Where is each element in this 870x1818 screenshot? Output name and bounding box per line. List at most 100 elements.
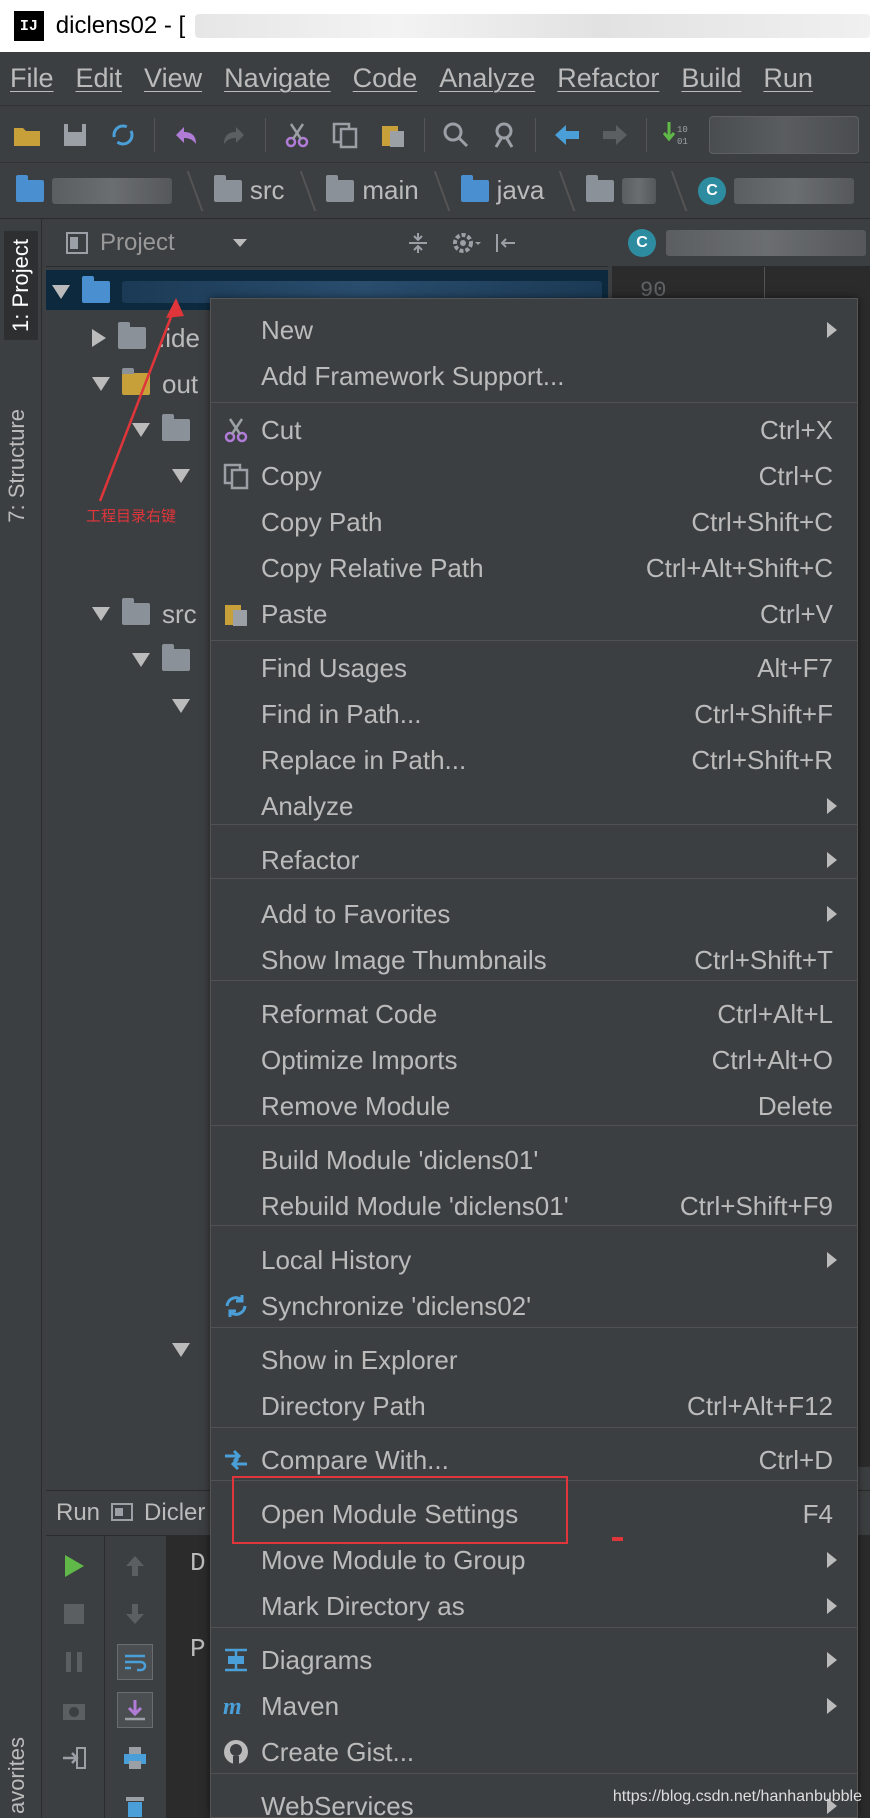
back-arrow-icon[interactable]	[550, 118, 584, 152]
package-folder-icon	[586, 174, 615, 202]
menu-item-directory-path[interactable]: Directory Path Ctrl+Alt+F12	[211, 1383, 857, 1429]
tree-row-child[interactable]	[132, 638, 190, 682]
menu-item-paste[interactable]: Paste Ctrl+V	[211, 591, 857, 637]
build-binary-icon[interactable]: 10 01	[661, 118, 695, 152]
menu-item-copy[interactable]: Copy Ctrl+C	[211, 453, 857, 499]
class-icon: C	[698, 176, 727, 205]
menu-item-local-history[interactable]: Local History	[211, 1237, 857, 1283]
menu-refactor[interactable]: Refactor	[557, 63, 659, 94]
collapse-all-icon[interactable]	[405, 230, 431, 256]
sync-icon[interactable]	[106, 118, 140, 152]
menu-code[interactable]: Code	[353, 63, 418, 94]
expand-arrow-icon[interactable]	[172, 699, 190, 713]
breadcrumb-java[interactable]: java	[460, 174, 561, 206]
favorites-tool-tab[interactable]: avorites	[4, 1737, 30, 1814]
run-panel-title[interactable]: Run	[56, 1499, 100, 1527]
menu-run[interactable]: Run	[763, 63, 813, 94]
menu-item-copy-path[interactable]: Copy Path Ctrl+Shift+C	[211, 499, 857, 545]
folder-icon	[213, 174, 242, 202]
menu-item-copy-relative-path[interactable]: Copy Relative Path Ctrl+Alt+Shift+C	[211, 545, 857, 591]
menu-item-find-usages[interactable]: Find Usages Alt+F7	[211, 645, 857, 691]
menu-item-remove-module[interactable]: Remove Module Delete	[211, 1083, 857, 1129]
paste-icon[interactable]	[376, 118, 410, 152]
chevron-down-icon[interactable]	[231, 237, 249, 249]
scroll-to-end-icon[interactable]	[117, 1692, 153, 1728]
structure-tool-tab[interactable]: 7: Structure	[4, 409, 30, 523]
menu-item-add-framework-support[interactable]: Add Framework Support...	[211, 353, 857, 399]
hide-panel-icon[interactable]	[493, 230, 519, 256]
rerun-icon[interactable]	[56, 1548, 92, 1584]
expand-arrow-icon[interactable]	[52, 285, 70, 299]
menu-item-optimize-imports[interactable]: Optimize Imports Ctrl+Alt+O	[211, 1037, 857, 1083]
down-arrow-icon[interactable]	[117, 1596, 153, 1632]
menu-item-replace-in-path[interactable]: Replace in Path... Ctrl+Shift+R	[211, 737, 857, 783]
tree-row-src[interactable]: src	[92, 592, 197, 636]
menu-item-cut[interactable]: Cut Ctrl+X	[211, 407, 857, 453]
menu-item-maven[interactable]: m Maven	[211, 1683, 857, 1729]
expand-arrow-icon[interactable]	[132, 653, 150, 667]
menu-item-mark-directory-as[interactable]: Mark Directory as	[211, 1583, 857, 1629]
soft-wrap-icon[interactable]	[117, 1644, 153, 1680]
breadcrumb-class[interactable]: C	[698, 176, 870, 205]
project-tool-tab[interactable]: 1: Project	[4, 231, 38, 340]
menu-item-show-image-thumbnails[interactable]: Show Image Thumbnails Ctrl+Shift+T	[211, 937, 857, 983]
project-panel-title[interactable]: Project	[100, 229, 175, 257]
submenu-arrow-icon	[827, 1652, 837, 1668]
open-folder-icon[interactable]	[10, 118, 44, 152]
camera-icon[interactable]	[56, 1692, 92, 1728]
intellij-logo-icon: IJ	[14, 11, 44, 41]
redo-icon[interactable]	[217, 118, 251, 152]
menu-item-find-in-path[interactable]: Find in Path... Ctrl+Shift+F	[211, 691, 857, 737]
menu-view[interactable]: View	[144, 63, 202, 94]
menu-item-refactor[interactable]: Refactor	[211, 837, 857, 883]
gear-icon[interactable]	[451, 230, 481, 256]
print-icon[interactable]	[117, 1740, 153, 1776]
svg-text:m: m	[223, 1694, 242, 1720]
copy-icon	[221, 461, 251, 491]
stop-icon[interactable]	[56, 1596, 92, 1632]
folder-icon	[122, 598, 150, 625]
copy-icon[interactable]	[328, 118, 362, 152]
menu-build[interactable]: Build	[681, 63, 741, 94]
undo-icon[interactable]	[169, 118, 203, 152]
menu-item-rebuild-module[interactable]: Rebuild Module 'diclens01' Ctrl+Shift+F9	[211, 1183, 857, 1229]
cut-icon[interactable]	[280, 118, 314, 152]
run-toolbar-right	[104, 1536, 164, 1818]
menu-item-create-gist[interactable]: Create Gist...	[211, 1729, 857, 1775]
login-icon[interactable]	[56, 1740, 92, 1776]
folder-icon	[326, 174, 355, 202]
menu-item-analyze[interactable]: Analyze	[211, 783, 857, 829]
menu-item-diagrams[interactable]: Diagrams	[211, 1637, 857, 1683]
scissors-icon	[221, 415, 251, 445]
menu-file[interactable]: File	[10, 63, 54, 94]
replace-icon[interactable]	[487, 118, 521, 152]
menu-navigate[interactable]: Navigate	[224, 63, 331, 94]
expand-arrow-icon[interactable]	[92, 607, 110, 621]
run-config-selector[interactable]	[709, 115, 859, 154]
menu-item-reformat-code[interactable]: Reformat Code Ctrl+Alt+L	[211, 991, 857, 1037]
menu-item-synchronize[interactable]: Synchronize 'diclens02'	[211, 1283, 857, 1329]
menu-item-build-module[interactable]: Build Module 'diclens01'	[211, 1137, 857, 1183]
menu-item-new[interactable]: New	[211, 307, 857, 353]
save-icon[interactable]	[58, 118, 92, 152]
trash-icon[interactable]	[117, 1788, 153, 1818]
breadcrumb-project[interactable]	[16, 174, 188, 204]
pause-icon[interactable]	[56, 1644, 92, 1680]
run-config-name[interactable]: Dicler	[144, 1499, 205, 1527]
expand-arrow-icon[interactable]	[172, 1343, 190, 1357]
tree-row-child[interactable]	[172, 1328, 190, 1372]
menu-item-add-to-favorites[interactable]: Add to Favorites	[211, 891, 857, 937]
menu-edit[interactable]: Edit	[76, 63, 123, 94]
submenu-arrow-icon	[827, 798, 837, 814]
menu-item-show-in-explorer[interactable]: Show in Explorer	[211, 1337, 857, 1383]
breadcrumb-main[interactable]: main	[326, 174, 434, 206]
tree-row-child[interactable]	[172, 684, 190, 728]
menu-analyze[interactable]: Analyze	[439, 63, 535, 94]
blurred-editor-tab[interactable]	[666, 229, 866, 256]
toolbar-separator	[265, 117, 266, 152]
up-arrow-icon[interactable]	[117, 1548, 153, 1584]
breadcrumb-src[interactable]: src	[213, 174, 301, 206]
breadcrumb-package[interactable]	[586, 174, 672, 204]
forward-arrow-icon[interactable]	[598, 118, 632, 152]
find-icon[interactable]	[439, 118, 473, 152]
